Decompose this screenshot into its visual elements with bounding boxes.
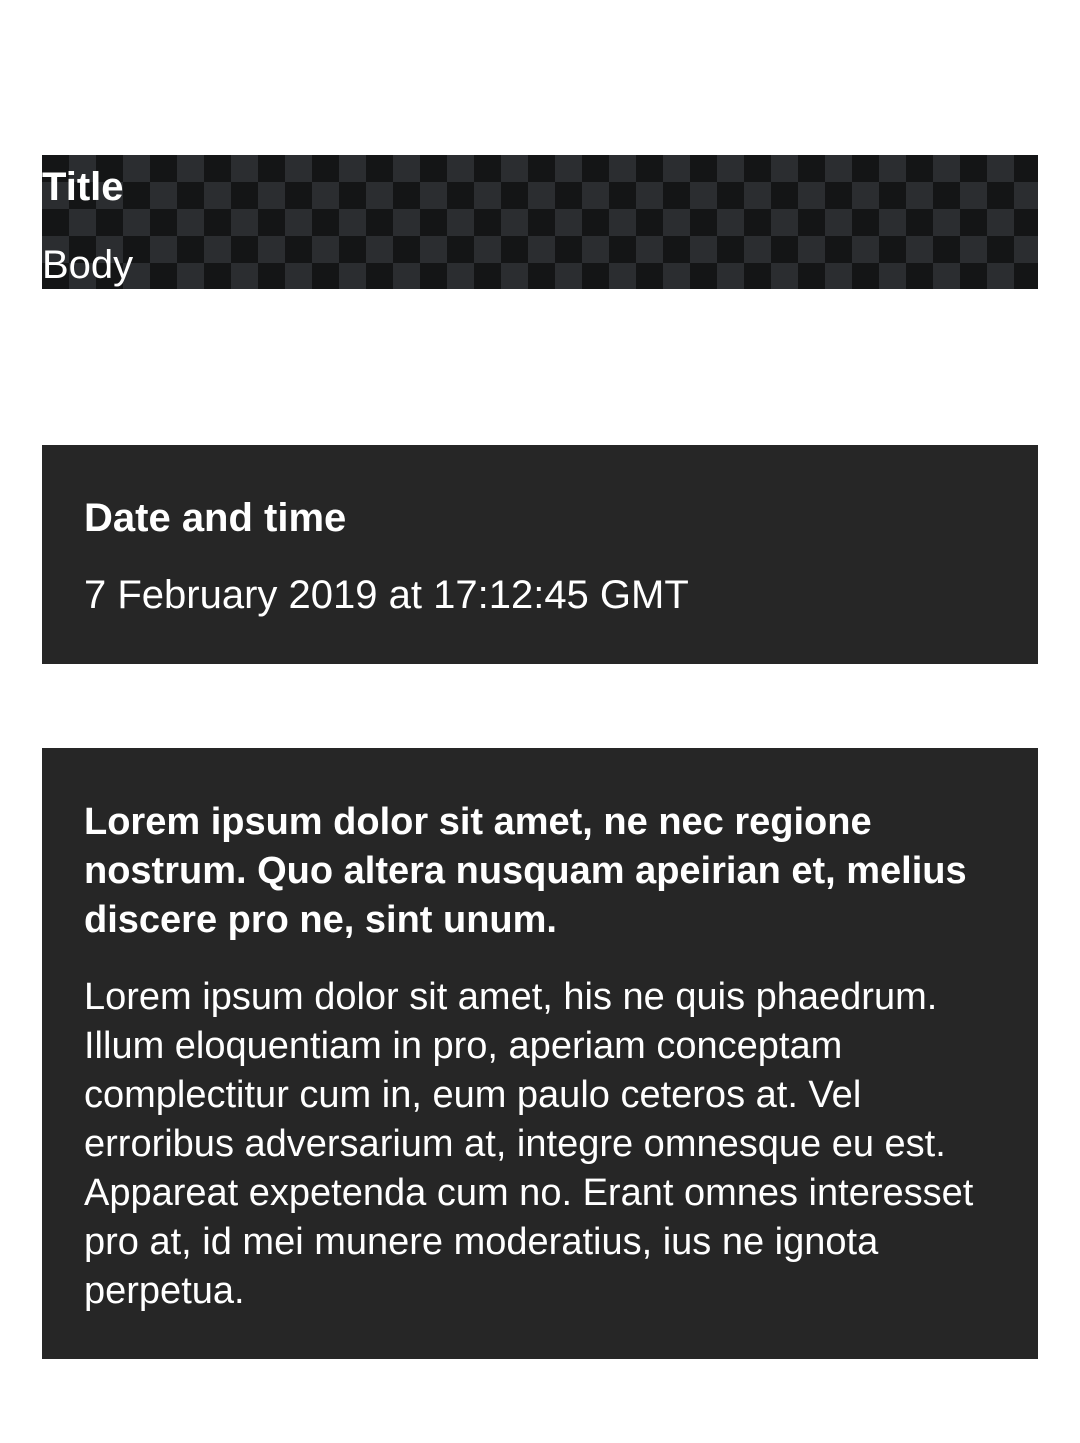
text-card[interactable]: Lorem ipsum dolor sit amet, ne nec regio…	[42, 748, 1038, 1359]
text-card-body: Lorem ipsum dolor sit amet, his ne quis …	[84, 976, 974, 1312]
notification-title: Title	[42, 165, 124, 209]
text-card-title: Lorem ipsum dolor sit amet, ne nec regio…	[84, 801, 967, 941]
date-time-title: Date and time	[84, 496, 347, 540]
notification-body: Body	[42, 243, 134, 287]
notification-preview-card: Title Body	[42, 155, 1038, 289]
date-time-card[interactable]: Date and time 7 February 2019 at 17:12:4…	[42, 445, 1038, 664]
date-time-value: 7 February 2019 at 17:12:45 GMT	[84, 573, 689, 617]
